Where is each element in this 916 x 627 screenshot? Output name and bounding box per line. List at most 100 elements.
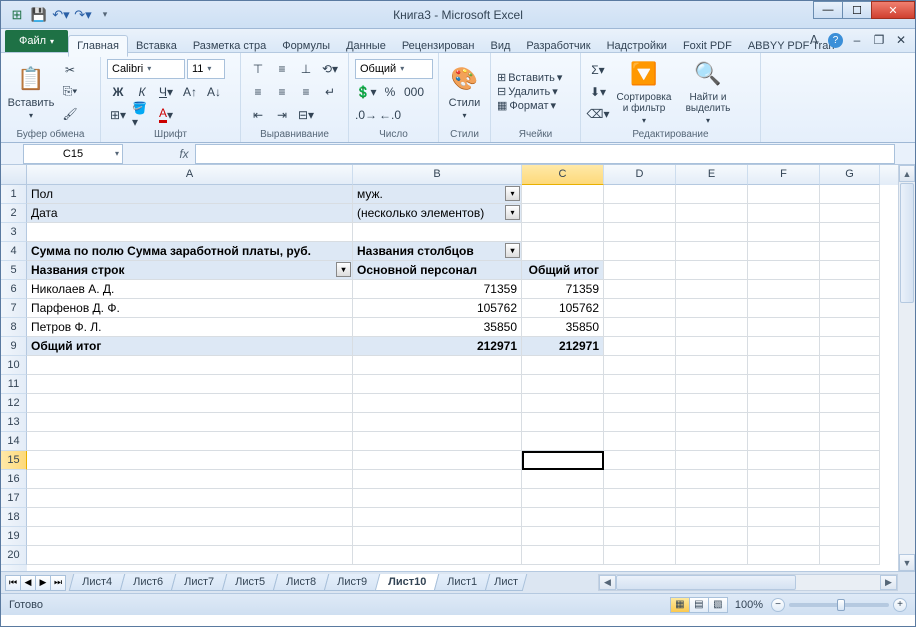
cell-D15[interactable]	[604, 451, 676, 470]
row-header-18[interactable]: 18	[1, 508, 27, 527]
cell-A9[interactable]: Общий итог	[27, 337, 353, 356]
cell-E19[interactable]	[676, 527, 748, 546]
merge-button[interactable]: ⊟▾	[295, 105, 317, 125]
column-header-D[interactable]: D	[604, 165, 676, 185]
row-header-13[interactable]: 13	[1, 413, 27, 432]
cell-F7[interactable]	[748, 299, 820, 318]
file-tab[interactable]: Файл▾	[5, 30, 68, 52]
cell-A6[interactable]: Николаев А. Д.	[27, 280, 353, 299]
filter-dropdown-icon[interactable]: ▾	[505, 186, 520, 201]
hscroll-thumb[interactable]	[616, 575, 796, 590]
cell-A4[interactable]: Сумма по полю Сумма заработной платы, ру…	[27, 242, 353, 261]
cell-A14[interactable]	[27, 432, 353, 451]
row-header-16[interactable]: 16	[1, 470, 27, 489]
comma-button[interactable]: 000	[403, 82, 425, 102]
cell-A10[interactable]	[27, 356, 353, 375]
cell-D16[interactable]	[604, 470, 676, 489]
cell-A7[interactable]: Парфенов Д. Ф.	[27, 299, 353, 318]
help-icon[interactable]: ?	[828, 33, 843, 48]
align-left-button[interactable]: ≡	[247, 82, 269, 102]
doc-restore-button[interactable]: ❐	[871, 32, 887, 48]
column-header-B[interactable]: B	[353, 165, 522, 185]
font-color-button[interactable]: A▾	[155, 105, 177, 125]
wrap-text-button[interactable]: ↵	[319, 82, 341, 102]
fill-color-button[interactable]: 🪣▾	[131, 105, 153, 125]
row-header-20[interactable]: 20	[1, 546, 27, 565]
paste-button[interactable]: 📋 Вставить▾	[7, 56, 55, 127]
cell-D1[interactable]	[604, 185, 676, 204]
cell-E6[interactable]	[676, 280, 748, 299]
underline-button[interactable]: Ч▾	[155, 82, 177, 102]
cell-D3[interactable]	[604, 223, 676, 242]
cell-C4[interactable]	[522, 242, 604, 261]
cell-E15[interactable]	[676, 451, 748, 470]
cell-B3[interactable]	[353, 223, 522, 242]
cell-A15[interactable]	[27, 451, 353, 470]
column-header-G[interactable]: G	[820, 165, 880, 185]
cell-G7[interactable]	[820, 299, 880, 318]
ribbon-tab-7[interactable]: Разработчик	[518, 36, 598, 56]
cell-B15[interactable]	[353, 451, 522, 470]
column-header-E[interactable]: E	[676, 165, 748, 185]
cell-B11[interactable]	[353, 375, 522, 394]
cell-A12[interactable]	[27, 394, 353, 413]
sheet-tab-Лист4[interactable]: Лист4	[69, 574, 126, 591]
cell-F2[interactable]	[748, 204, 820, 223]
row-header-2[interactable]: 2	[1, 204, 27, 223]
cell-C19[interactable]	[522, 527, 604, 546]
cell-E4[interactable]	[676, 242, 748, 261]
cell-F19[interactable]	[748, 527, 820, 546]
ribbon-tab-1[interactable]: Вставка	[128, 36, 185, 56]
cell-C7[interactable]: 105762	[522, 299, 604, 318]
sheet-tab-Лист1[interactable]: Лист1	[434, 574, 491, 591]
cell-C13[interactable]	[522, 413, 604, 432]
cell-G16[interactable]	[820, 470, 880, 489]
percent-button[interactable]: %	[379, 82, 401, 102]
currency-button[interactable]: 💲▾	[355, 82, 377, 102]
horizontal-scrollbar[interactable]: ◀ ▶	[598, 574, 898, 591]
align-center-button[interactable]: ≡	[271, 82, 293, 102]
font-size-combo[interactable]: 11▾	[187, 59, 225, 79]
shrink-font-button[interactable]: A↓	[203, 82, 225, 102]
row-header-17[interactable]: 17	[1, 489, 27, 508]
fill-button[interactable]: ⬇▾	[587, 82, 609, 102]
cell-C17[interactable]	[522, 489, 604, 508]
cell-A3[interactable]	[27, 223, 353, 242]
cell-A17[interactable]	[27, 489, 353, 508]
cell-F9[interactable]	[748, 337, 820, 356]
cell-A1[interactable]: Пол	[27, 185, 353, 204]
scroll-left-button[interactable]: ◀	[599, 575, 616, 590]
cell-B16[interactable]	[353, 470, 522, 489]
select-all-corner[interactable]	[1, 165, 27, 185]
cell-C12[interactable]	[522, 394, 604, 413]
cell-C10[interactable]	[522, 356, 604, 375]
decrease-decimal-button[interactable]: ←.0	[379, 105, 401, 125]
zoom-in-button[interactable]: +	[893, 598, 907, 612]
cell-E20[interactable]	[676, 546, 748, 565]
ribbon-tab-0[interactable]: Главная	[68, 35, 128, 57]
sheet-tab-Лист7[interactable]: Лист7	[171, 574, 228, 591]
cell-B7[interactable]: 105762	[353, 299, 522, 318]
decrease-indent-button[interactable]: ⇤	[247, 105, 269, 125]
cell-B19[interactable]	[353, 527, 522, 546]
cell-G3[interactable]	[820, 223, 880, 242]
cell-G13[interactable]	[820, 413, 880, 432]
ribbon-tab-4[interactable]: Данные	[338, 36, 394, 56]
cell-C18[interactable]	[522, 508, 604, 527]
cell-E1[interactable]	[676, 185, 748, 204]
sheet-tab-Лист5[interactable]: Лист5	[222, 574, 279, 591]
page-layout-view-button[interactable]: ▤	[689, 597, 709, 613]
cell-B2[interactable]: (несколько элементов)▾	[353, 204, 522, 223]
row-header-11[interactable]: 11	[1, 375, 27, 394]
maximize-button[interactable]: ☐	[842, 1, 872, 19]
cell-B14[interactable]	[353, 432, 522, 451]
cell-A13[interactable]	[27, 413, 353, 432]
cell-D20[interactable]	[604, 546, 676, 565]
scroll-up-button[interactable]: ▲	[899, 165, 915, 182]
border-button[interactable]: ⊞▾	[107, 105, 129, 125]
row-header-5[interactable]: 5	[1, 261, 27, 280]
tab-next-button[interactable]: ▶	[35, 575, 51, 591]
cell-C11[interactable]	[522, 375, 604, 394]
row-header-6[interactable]: 6	[1, 280, 27, 299]
cell-C6[interactable]: 71359	[522, 280, 604, 299]
